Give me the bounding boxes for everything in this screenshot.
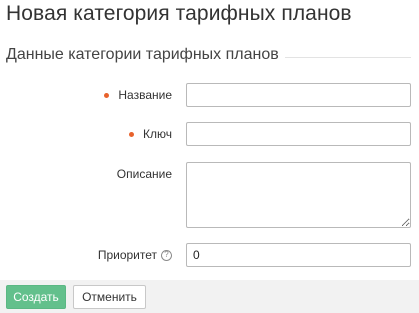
key-label: Ключ [129, 122, 172, 146]
create-button[interactable]: Создать [6, 285, 66, 309]
description-textarea[interactable] [186, 162, 411, 228]
key-label-text: Ключ [143, 127, 172, 141]
priority-input[interactable] [186, 243, 411, 267]
name-label-text: Название [118, 88, 172, 102]
description-label: Описание [117, 162, 172, 186]
key-input[interactable] [186, 122, 411, 146]
name-label: Название [104, 83, 172, 107]
required-marker-icon [104, 92, 110, 98]
cancel-button[interactable]: Отменить [73, 285, 146, 309]
required-marker-icon [129, 131, 135, 137]
page-title: Новая категория тарифных планов [6, 2, 352, 25]
category-details-section: Данные категории тарифных планов Названи… [0, 46, 419, 280]
section-legend-row: Данные категории тарифных планов [6, 46, 419, 68]
form-actions-bar: Создать Отменить [0, 280, 419, 313]
question-circle-icon[interactable]: ? [161, 249, 172, 261]
name-input[interactable] [186, 83, 411, 107]
priority-label: Приоритет ? [98, 243, 172, 267]
priority-label-text: Приоритет [97, 248, 157, 262]
description-label-text: Описание [116, 167, 172, 181]
section-legend: Данные категории тарифных планов [6, 46, 285, 64]
